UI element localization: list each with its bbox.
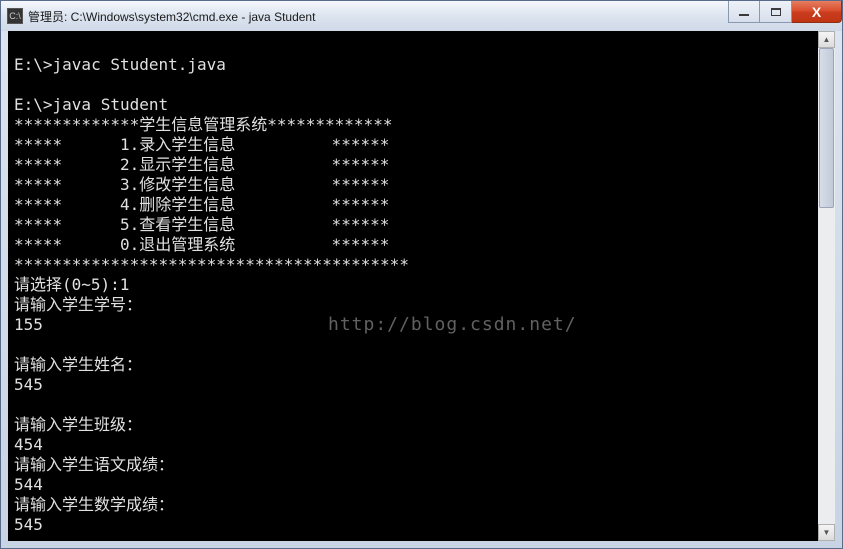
console-line: 545 <box>14 515 829 535</box>
scroll-down-button[interactable]: ▼ <box>818 524 835 541</box>
console-line: 请输入学生语文成绩： <box>14 455 829 475</box>
minimize-icon <box>739 13 749 16</box>
console-line: ***** 2.显示学生信息 ****** <box>14 155 829 175</box>
console-line: 155 <box>14 315 829 335</box>
console-area[interactable]: E:\>javac Student.java E:\>java Student*… <box>8 31 835 541</box>
console-line: ***** 0.退出管理系统 ****** <box>14 235 829 255</box>
vertical-scrollbar[interactable]: ▲ ▼ <box>818 31 835 541</box>
scroll-up-button[interactable]: ▲ <box>818 31 835 48</box>
scroll-thumb[interactable] <box>819 48 834 208</box>
console-line: 请输入学生学号： <box>14 295 829 315</box>
maximize-button[interactable] <box>760 1 792 23</box>
maximize-icon <box>771 8 781 16</box>
console-line: *************学生信息管理系统************* <box>14 115 829 135</box>
console-line <box>14 335 829 355</box>
console-line: ***** 4.删除学生信息 ****** <box>14 195 829 215</box>
console-line: 454 <box>14 435 829 455</box>
console-line: 545 <box>14 375 829 395</box>
console-line: ***** 3.修改学生信息 ****** <box>14 175 829 195</box>
console-output: E:\>javac Student.java E:\>java Student*… <box>8 31 835 539</box>
console-line: E:\>java Student <box>14 95 829 115</box>
console-line: 请输入学生班级： <box>14 415 829 435</box>
console-line: E:\>javac Student.java <box>14 55 829 75</box>
console-line <box>14 75 829 95</box>
titlebar[interactable]: C:\ 管理员: C:\Windows\system32\cmd.exe - j… <box>1 1 842 31</box>
console-line: 请输入学生姓名： <box>14 355 829 375</box>
close-button[interactable]: X <box>792 1 842 23</box>
console-line: ***** 5.查看学生信息 ****** <box>14 215 829 235</box>
console-line: 544 <box>14 475 829 495</box>
window-title: 管理员: C:\Windows\system32\cmd.exe - java … <box>28 8 315 25</box>
minimize-button[interactable] <box>728 1 760 23</box>
command-prompt-window: C:\ 管理员: C:\Windows\system32\cmd.exe - j… <box>0 0 843 549</box>
console-line <box>14 35 829 55</box>
console-line: ****************************************… <box>14 255 829 275</box>
console-line: ***** 1.录入学生信息 ****** <box>14 135 829 155</box>
cmd-icon: C:\ <box>7 8 23 24</box>
console-line: 请输入学生数学成绩： <box>14 495 829 515</box>
window-controls: X <box>728 1 842 23</box>
close-icon: X <box>812 4 821 20</box>
console-line <box>14 395 829 415</box>
console-line: 请选择(0~5):1 <box>14 275 829 295</box>
scroll-track[interactable] <box>818 48 835 524</box>
